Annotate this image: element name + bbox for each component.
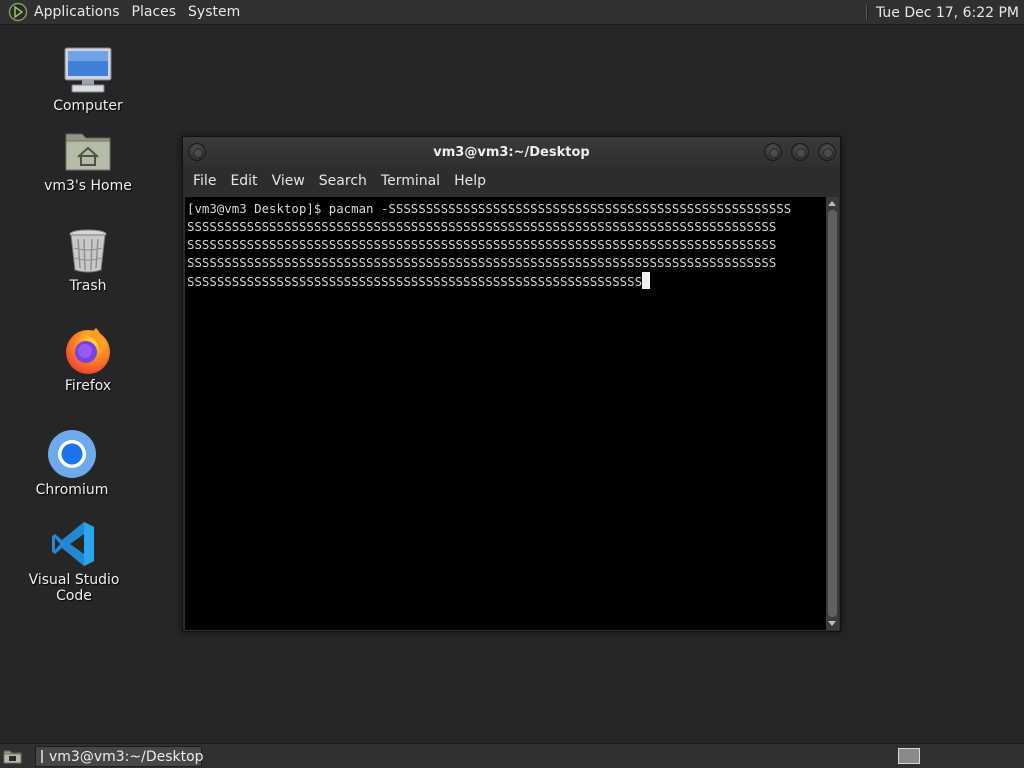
scroll-thumb[interactable] <box>828 210 837 617</box>
system-menu[interactable]: System <box>182 0 246 25</box>
desktop-icon-firefox[interactable]: Firefox <box>23 324 153 394</box>
computer-icon <box>62 44 114 96</box>
top-panel: Applications Places System Tue Dec 17, 6… <box>0 0 1024 25</box>
desktop-icon-firefox-label: Firefox <box>64 378 112 394</box>
chromium-icon <box>46 428 98 480</box>
distro-logo-icon <box>8 2 28 22</box>
places-menu[interactable]: Places <box>126 0 183 25</box>
terminal-window[interactable]: vm3@vm3:~/Desktop File Edit View Search … <box>182 136 841 632</box>
desktop-icon-trash[interactable]: Trash <box>23 224 153 294</box>
terminal-output[interactable]: [vm3@vm3 Desktop]$ pacman -SSSSSSSSSSSSS… <box>185 197 826 630</box>
desktop-icon-trash-label: Trash <box>69 278 107 294</box>
desktop-icon-chromium[interactable]: Chromium <box>7 428 137 498</box>
terminal-line: SSSSSSSSSSSSSSSSSSSSSSSSSSSSSSSSSSSSSSSS… <box>187 274 643 289</box>
menu-file[interactable]: File <box>187 173 224 189</box>
terminal-menubar: File Edit View Search Terminal Help <box>183 167 840 195</box>
trash-icon <box>62 224 114 276</box>
desktop-icon-home[interactable]: vm3's Home <box>23 124 153 194</box>
close-button[interactable] <box>818 143 836 161</box>
workspace-switcher[interactable] <box>898 748 920 764</box>
show-desktop-icon[interactable] <box>3 748 22 764</box>
scroll-down-icon[interactable] <box>828 621 836 626</box>
vscode-icon <box>48 518 100 570</box>
window-menu-button[interactable] <box>188 143 206 161</box>
firefox-icon <box>62 324 114 376</box>
window-titlebar[interactable]: vm3@vm3:~/Desktop <box>183 137 840 167</box>
desktop-icon-vscode[interactable]: Visual Studio Code <box>9 518 139 604</box>
terminal-line: SSSSSSSSSSSSSSSSSSSSSSSSSSSSSSSSSSSSSSSS… <box>187 219 777 234</box>
menu-help[interactable]: Help <box>448 173 494 189</box>
menu-search[interactable]: Search <box>313 173 375 189</box>
window-title: vm3@vm3:~/Desktop <box>433 144 590 160</box>
maximize-button[interactable] <box>791 143 809 161</box>
terminal-line: SSSSSSSSSSSSSSSSSSSSSSSSSSSSSSSSSSSSSSSS… <box>187 255 777 270</box>
terminal-icon <box>41 750 43 763</box>
desktop-icon-chromium-label: Chromium <box>35 482 109 498</box>
minimize-button[interactable] <box>764 143 782 161</box>
home-folder-icon <box>62 124 114 176</box>
text-cursor <box>642 272 651 289</box>
menu-edit[interactable]: Edit <box>224 173 265 189</box>
clock[interactable]: Tue Dec 17, 6:22 PM <box>876 5 1024 21</box>
terminal-line: [vm3@vm3 Desktop]$ pacman -SSSSSSSSSSSSS… <box>187 201 792 216</box>
desktop-icon-vscode-label: Visual Studio Code <box>28 572 120 604</box>
applications-menu[interactable]: Applications <box>0 0 126 25</box>
desktop-icon-computer[interactable]: Computer <box>23 44 153 114</box>
taskbar-terminal-button[interactable]: vm3@vm3:~/Desktop <box>35 746 204 767</box>
bottom-panel: vm3@vm3:~/Desktop <box>0 743 1024 768</box>
terminal-scrollbar[interactable] <box>826 197 839 630</box>
applications-menu-label: Applications <box>34 4 120 20</box>
desktop-icon-home-label: vm3's Home <box>44 178 132 194</box>
terminal-text: [vm3@vm3 Desktop]$ pacman -SSSSSSSSSSSSS… <box>187 200 791 291</box>
desktop-icon-computer-label: Computer <box>53 98 123 114</box>
menu-terminal[interactable]: Terminal <box>375 173 448 189</box>
menu-view[interactable]: View <box>266 173 313 189</box>
scroll-up-icon[interactable] <box>828 201 836 206</box>
taskbar-terminal-label: vm3@vm3:~/Desktop <box>49 748 204 765</box>
terminal-line: SSSSSSSSSSSSSSSSSSSSSSSSSSSSSSSSSSSSSSSS… <box>187 237 777 252</box>
panel-separator <box>865 5 868 20</box>
